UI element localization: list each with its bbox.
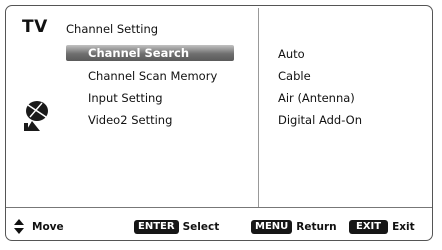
menu-item-label: Channel Search (88, 46, 190, 60)
footer-divider (6, 207, 432, 208)
menu-item-video2-setting[interactable]: Video2 Setting (88, 113, 172, 127)
up-down-arrows-icon (14, 219, 24, 234)
option-digital-add-on[interactable]: Digital Add-On (278, 113, 362, 127)
satellite-dish-icon (24, 101, 48, 131)
menu-frame (5, 5, 433, 241)
menu-item-input-setting[interactable]: Input Setting (88, 91, 163, 105)
footer-return-label: Return (296, 220, 337, 233)
footer-exit-label: Exit (392, 220, 415, 233)
footer-move: Move (14, 219, 64, 234)
column-divider (258, 8, 259, 207)
option-air-antenna[interactable]: Air (Antenna) (278, 91, 355, 105)
footer-move-label: Move (32, 220, 64, 233)
footer-return: MENU Return (251, 219, 337, 234)
footer-select: ENTER Select (134, 219, 219, 234)
footer-exit: EXIT Exit (349, 219, 415, 234)
footer-select-label: Select (182, 220, 220, 233)
option-cable[interactable]: Cable (278, 69, 311, 83)
enter-key-badge: ENTER (134, 219, 179, 234)
menu-title: Channel Setting (66, 22, 159, 36)
option-auto[interactable]: Auto (278, 47, 305, 61)
tv-brand: TV (22, 17, 48, 37)
exit-key-badge: EXIT (349, 219, 389, 234)
menu-item-channel-search[interactable]: Channel Search (66, 45, 234, 61)
menu-item-channel-scan-memory[interactable]: Channel Scan Memory (88, 69, 217, 83)
menu-key-badge: MENU (251, 219, 293, 234)
